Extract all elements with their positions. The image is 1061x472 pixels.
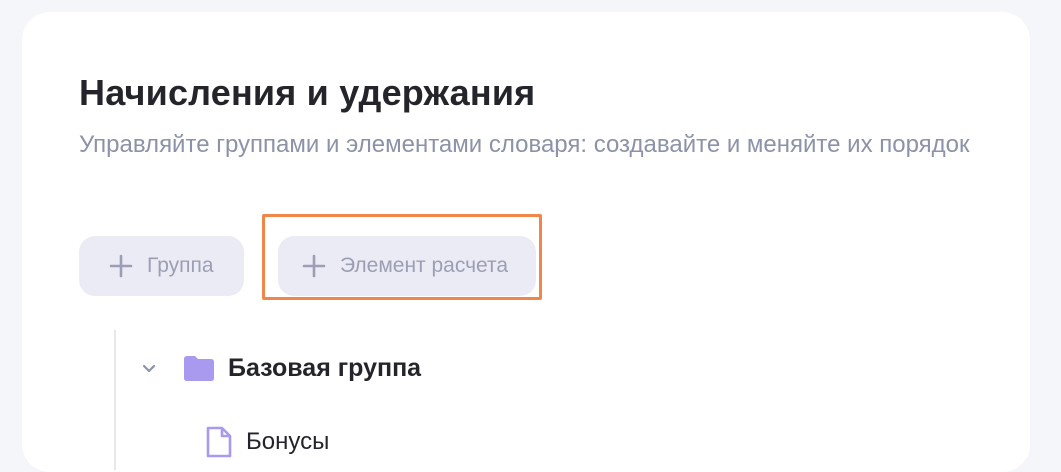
tree-group-row[interactable]: Базовая группа (140, 348, 421, 388)
document-icon (204, 425, 234, 459)
tree-item-row[interactable]: Бонусы (204, 422, 329, 462)
add-element-label: Элемент расчета (340, 254, 509, 277)
page-title: Начисления и удержания (79, 72, 536, 113)
group-label: Базовая группа (228, 353, 422, 382)
chevron-down-icon[interactable] (140, 359, 158, 377)
folder-icon (182, 354, 216, 382)
dictionary-card: Начисления и удержания Управляйте группа… (22, 12, 1030, 472)
add-calculation-element-button[interactable]: Элемент расчета (278, 236, 536, 296)
page-subtitle: Управляйте группами и элементами словаря… (79, 131, 970, 158)
add-group-label: Группа (147, 254, 214, 277)
add-group-button[interactable]: Группа (79, 236, 244, 296)
item-label: Бонусы (246, 428, 330, 455)
tree-guide-line (114, 330, 116, 470)
plus-icon (302, 254, 326, 278)
plus-icon (109, 254, 133, 278)
